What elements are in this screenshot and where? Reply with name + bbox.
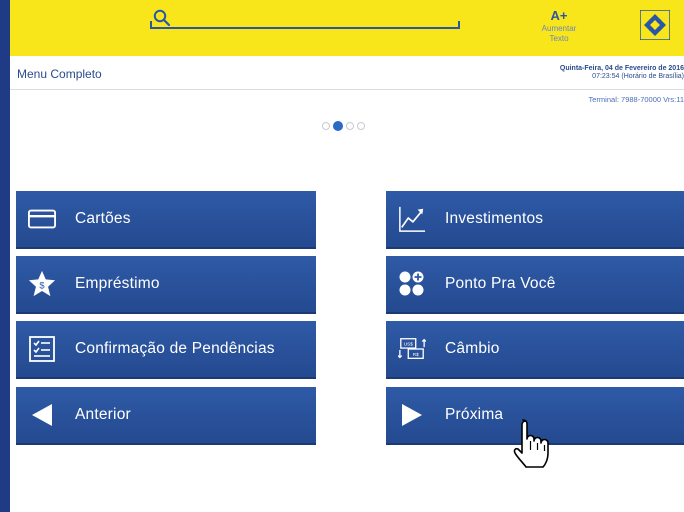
emprestimo-button[interactable]: $ Empréstimo bbox=[16, 256, 316, 314]
screen-frame bbox=[0, 0, 10, 512]
tile-label: Câmbio bbox=[445, 340, 500, 357]
checklist-icon bbox=[28, 335, 56, 363]
confirmacao-pendencias-button[interactable]: Confirmação de Pendências bbox=[16, 321, 316, 379]
page-dot[interactable] bbox=[346, 122, 354, 130]
star-dollar-icon: $ bbox=[28, 270, 56, 298]
hand-cursor-icon bbox=[513, 419, 549, 468]
currency-exchange-icon: US$ R$ bbox=[398, 335, 426, 363]
tile-label: Próxima bbox=[445, 406, 504, 423]
tile-label: Investimentos bbox=[445, 210, 544, 227]
font-size-caption: Aumentar Texto bbox=[541, 24, 577, 43]
page-dot[interactable] bbox=[357, 122, 365, 130]
tile-label: Cartões bbox=[75, 210, 131, 227]
header-bar: Menu Completo Quinta-Feira, 04 de Fevere… bbox=[10, 56, 684, 90]
arrow-right-icon bbox=[398, 401, 426, 429]
search-icon[interactable] bbox=[153, 9, 171, 27]
current-date: Quinta-Feira, 04 de Fevereiro de 2016 bbox=[559, 65, 684, 72]
svg-text:US$: US$ bbox=[404, 342, 413, 347]
svg-text:$: $ bbox=[39, 281, 45, 291]
tile-label: Anterior bbox=[75, 406, 131, 423]
cartoes-button[interactable]: Cartões bbox=[16, 191, 316, 249]
svg-text:R$: R$ bbox=[413, 352, 419, 357]
page-title: Menu Completo bbox=[17, 67, 102, 81]
font-size-label: A+ bbox=[550, 8, 568, 23]
atm-screen: A+ Aumentar Texto Menu Completo Quinta-F… bbox=[10, 0, 684, 512]
arrow-left-icon bbox=[28, 401, 56, 429]
page-dot[interactable] bbox=[322, 122, 330, 130]
date-time: Quinta-Feira, 04 de Fevereiro de 2016 07… bbox=[560, 65, 684, 81]
page-dot-active[interactable] bbox=[333, 121, 343, 131]
credit-card-icon bbox=[28, 205, 56, 233]
cambio-button[interactable]: US$ R$ Câmbio bbox=[386, 321, 684, 379]
investimentos-button[interactable]: Investimentos bbox=[386, 191, 684, 249]
search-input[interactable] bbox=[150, 21, 460, 29]
ponto-pra-voce-button[interactable]: Ponto Pra Você bbox=[386, 256, 684, 314]
page-indicator bbox=[322, 121, 365, 132]
anterior-button[interactable]: Anterior bbox=[16, 387, 316, 445]
terminal-info: Terminal: 7988-70000 Vrs:11 bbox=[588, 95, 684, 104]
current-time: 07:23:54 (Horário de Brasília) bbox=[592, 73, 684, 80]
increase-text-button[interactable]: A+ Aumentar Texto bbox=[535, 9, 583, 44]
dots-plus-icon bbox=[398, 270, 426, 298]
tile-label: Empréstimo bbox=[75, 275, 160, 292]
banco-do-brasil-logo-icon bbox=[640, 10, 670, 40]
chart-up-icon bbox=[398, 205, 426, 233]
tile-label: Ponto Pra Você bbox=[445, 275, 556, 292]
top-bar: A+ Aumentar Texto bbox=[10, 0, 684, 56]
tile-label: Confirmação de Pendências bbox=[75, 340, 275, 357]
